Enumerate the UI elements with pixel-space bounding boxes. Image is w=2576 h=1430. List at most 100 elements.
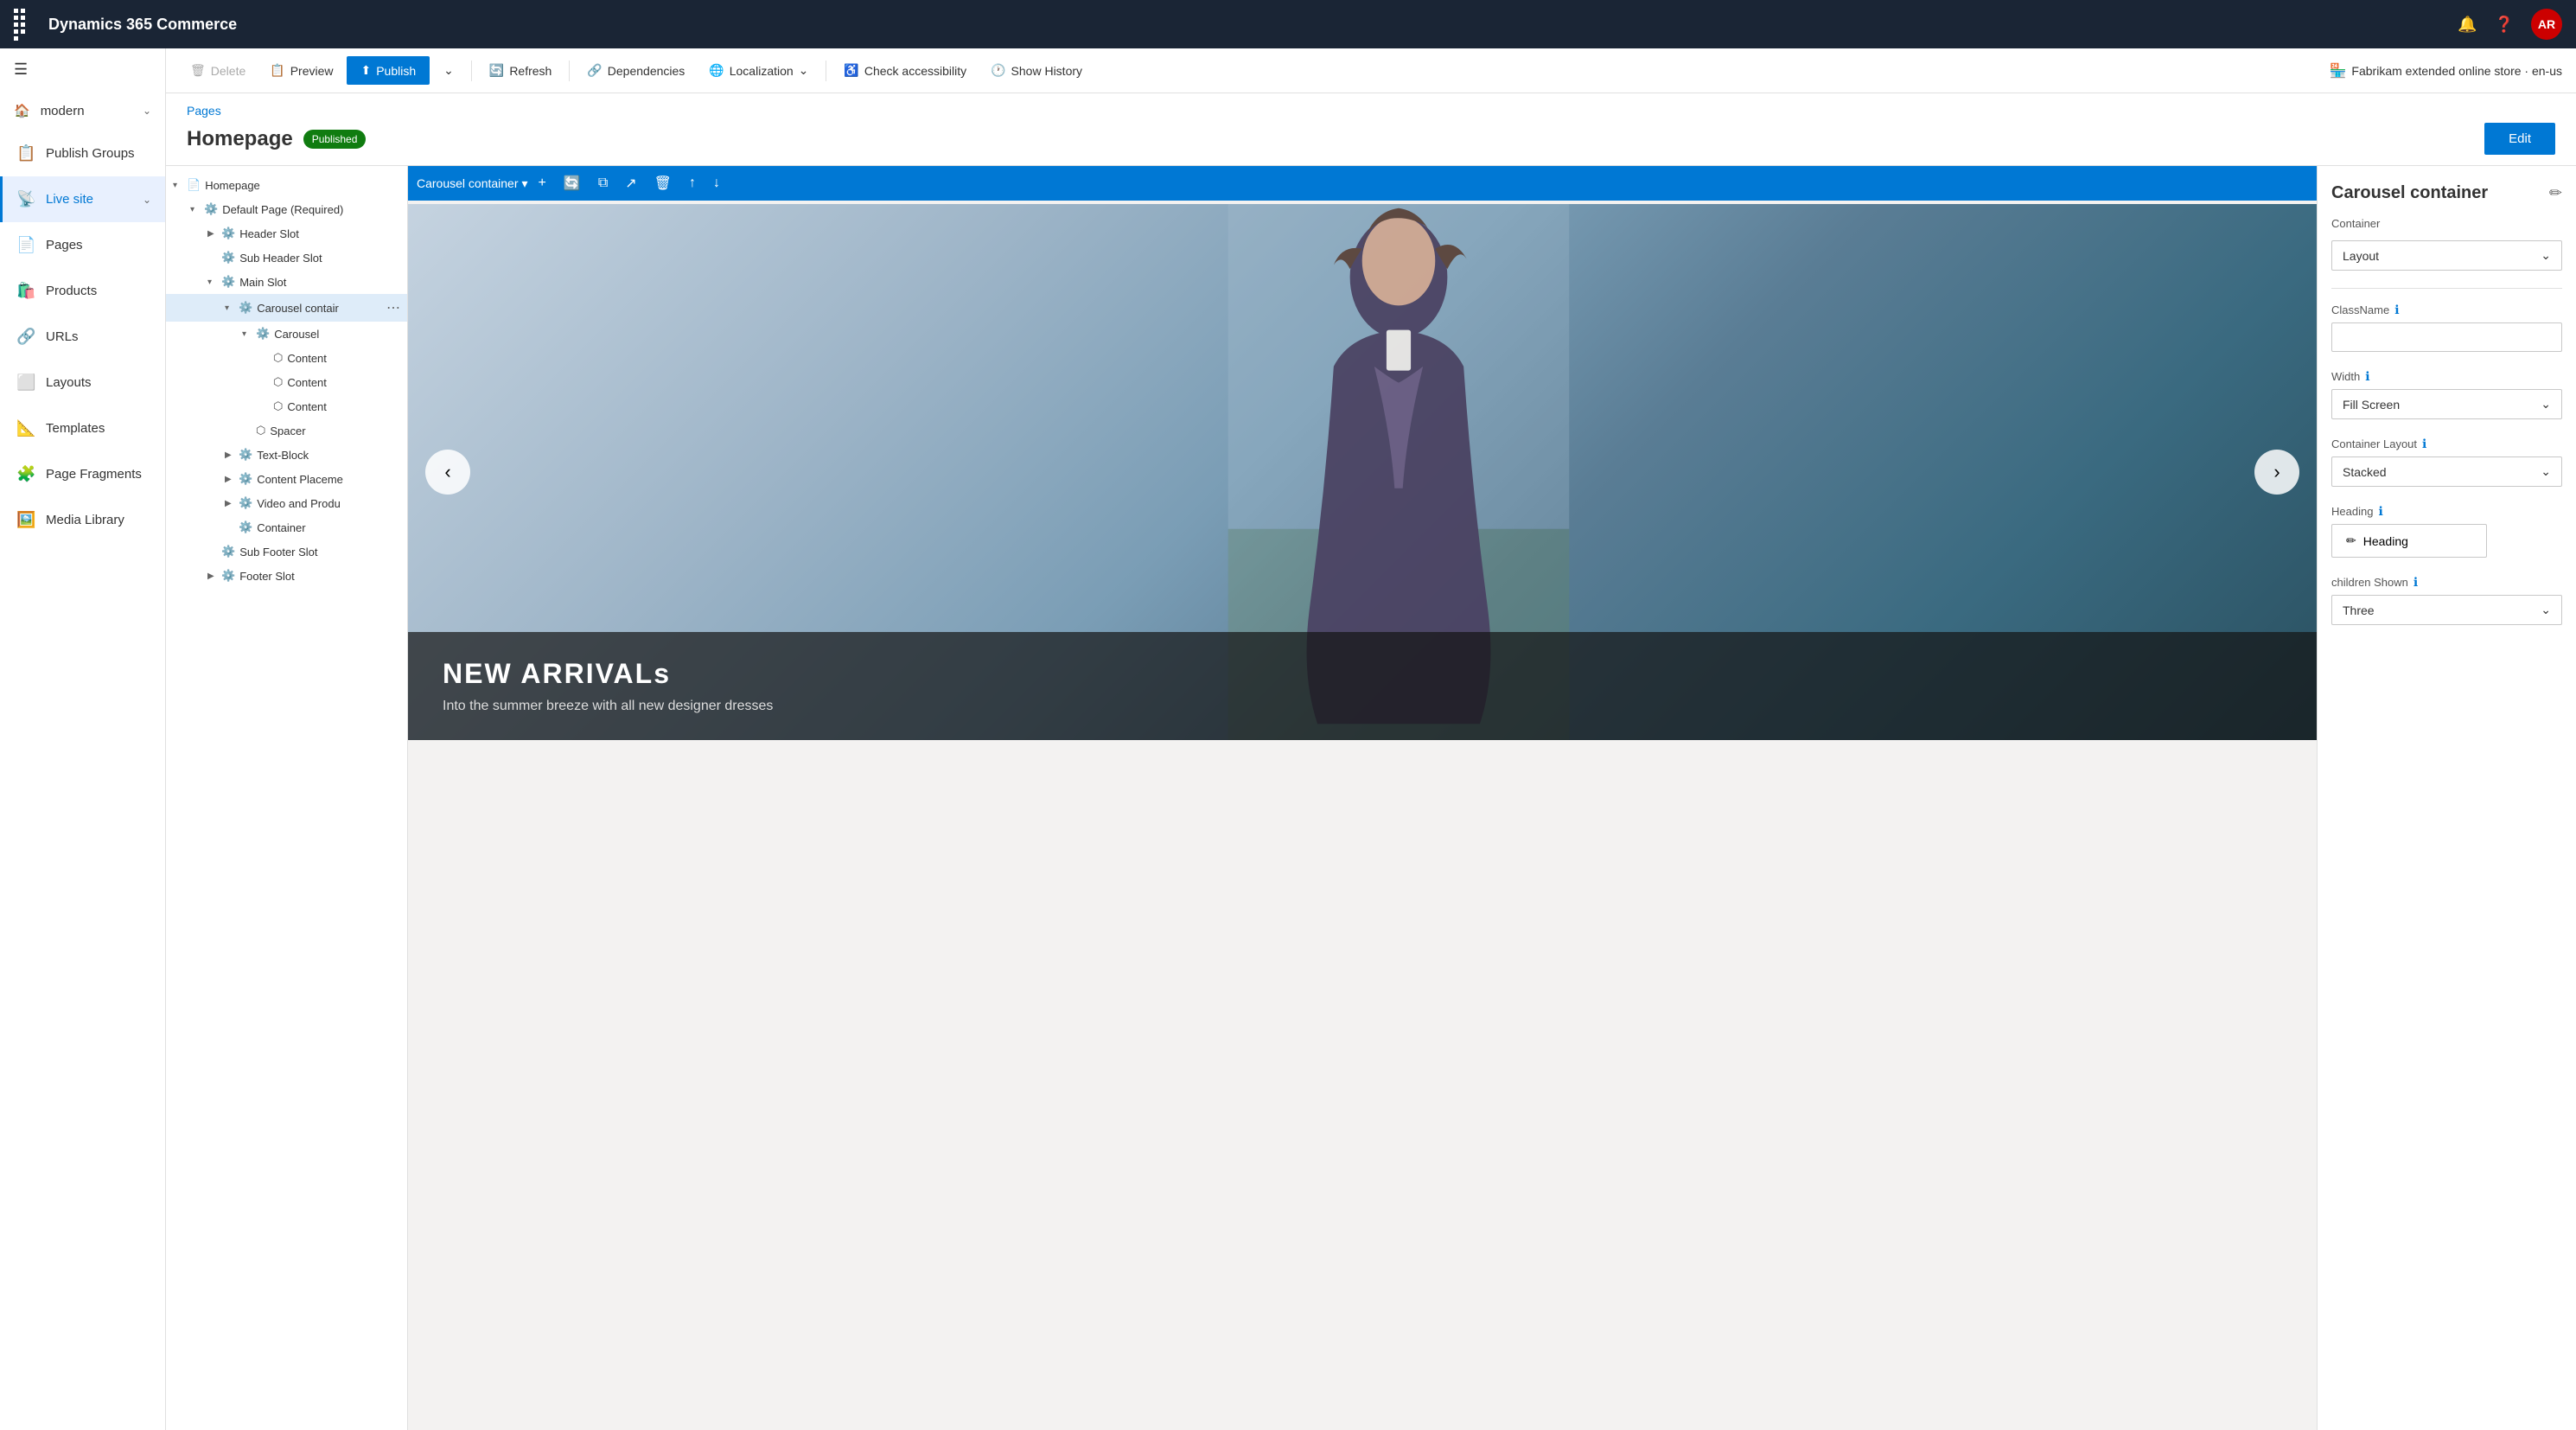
classname-input[interactable] [2331,322,2562,352]
check-accessibility-button[interactable]: ♿ Check accessibility [833,56,977,85]
sidebar-item-pages[interactable]: 📄 Pages [0,222,165,268]
props-edit-icon[interactable]: ✏ [2549,184,2562,202]
sidebar-item-page-fragments[interactable]: 🧩 Page Fragments [0,451,165,497]
store-label: Fabrikam extended online store · en-us [2351,64,2562,78]
tree-item-carousel[interactable]: ▾ ⚙️ Carousel [166,322,407,346]
help-icon[interactable]: ❓ [2495,16,2514,34]
main-layout: ☰ 🏠 modern ⌄ 📋 Publish Groups 📡 Live sit… [0,48,2576,1430]
tree-content-placement-label: Content Placeme [257,473,400,486]
hamburger-icon: ☰ [14,61,28,79]
localization-icon: 🌐 [709,63,724,78]
carousel-subtitle: Into the summer breeze with all new desi… [443,699,2282,714]
delete-icon: 🗑 [190,63,206,78]
delete-button[interactable]: 🗑 Delete [180,56,256,85]
breadcrumb[interactable]: Pages [187,104,2555,118]
sidebar-item-products[interactable]: 🛍️ Products [0,268,165,314]
heading-edit-icon: ✏ [2346,533,2356,548]
topbar: Dynamics 365 Commerce 🔔 ❓ AR [0,0,2576,48]
tree-item-spacer[interactable]: ▶ ⬡ Spacer [166,418,407,443]
children-shown-dropdown[interactable]: Three ⌄ [2331,595,2562,625]
tree-item-sub-footer-slot[interactable]: ▶ ⚙️ Sub Footer Slot [166,539,407,564]
publish-dropdown-button[interactable]: ⌄ [433,56,464,85]
sidebar: ☰ 🏠 modern ⌄ 📋 Publish Groups 📡 Live sit… [0,48,166,1430]
canvas-move-down-button[interactable]: ↓ [706,172,727,195]
carousel-next-button[interactable]: › [2254,450,2299,495]
grid-menu-icon[interactable] [14,9,31,41]
container-layout-label-row: Container Layout ℹ [2331,437,2562,451]
children-shown-info-icon[interactable]: ℹ [2413,575,2418,590]
carousel-prev-button[interactable]: ‹ [425,450,470,495]
tree-item-header-slot[interactable]: ▶ ⚙️ Header Slot [166,221,407,246]
carousel-image: NEW ARRIVALs Into the summer breeze with… [408,204,2317,740]
tree-header-slot-label: Header Slot [239,227,400,240]
width-label: Width [2331,370,2360,383]
tree-item-footer-slot[interactable]: ▶ ⚙️ Footer Slot [166,564,407,588]
publish-groups-icon: 📋 [16,144,35,163]
canvas-delete-button[interactable]: 🗑 [647,171,679,195]
canvas-add-button[interactable]: + [532,172,553,195]
sidebar-item-urls[interactable]: 🔗 URLs [0,314,165,360]
publish-icon: ⬆ [360,63,371,78]
tree-item-sub-header-slot[interactable]: ▶ ⚙️ Sub Header Slot [166,246,407,270]
notification-icon[interactable]: 🔔 [2458,16,2477,34]
page-fragments-icon: 🧩 [16,465,35,483]
edit-button[interactable]: Edit [2484,123,2555,155]
layouts-icon: ⬜ [16,373,35,392]
sidebar-item-layouts[interactable]: ⬜ Layouts [0,360,165,405]
tree-default-page-label: Default Page (Required) [222,203,400,216]
localization-button[interactable]: 🌐 Localization ⌄ [698,56,819,85]
preview-label: Preview [290,64,334,78]
tree-item-container[interactable]: ▶ ⚙️ Container [166,515,407,539]
dependencies-button[interactable]: 🔗 Dependencies [577,56,695,85]
sidebar-item-templates[interactable]: 📐 Templates [0,405,165,451]
refresh-label: Refresh [509,64,552,78]
canvas-copy-button[interactable]: ⧉ [591,172,615,195]
main-slot-chevron: ▾ [207,278,218,287]
heading-button[interactable]: ✏ Heading [2331,524,2487,558]
publish-button[interactable]: ⬆ Publish [347,56,430,85]
layout-dropdown[interactable]: Layout ⌄ [2331,240,2562,271]
footer-slot-icon: ⚙️ [221,569,235,583]
tree-item-default-page[interactable]: ▾ ⚙️ Default Page (Required) [166,197,407,221]
sidebar-item-live-site[interactable]: 📡 Live site ⌄ [0,176,165,222]
sidebar-urls-label: URLs [46,329,151,344]
sidebar-item-publish-groups[interactable]: 📋 Publish Groups [0,131,165,176]
classname-label: ClassName [2331,303,2389,316]
tree-item-content2[interactable]: ▶ ⬡ Content [166,370,407,394]
canvas-component-name[interactable]: Carousel container ▾ [417,176,528,191]
editor-area: ▾ 📄 Homepage ▾ ⚙️ Default Page (Required… [166,166,2576,1430]
content-placement-icon: ⚙️ [239,472,252,486]
width-info-icon[interactable]: ℹ [2365,369,2369,384]
width-dropdown[interactable]: Fill Screen ⌄ [2331,389,2562,419]
heading-info-icon[interactable]: ℹ [2378,504,2382,519]
sidebar-item-media-library[interactable]: 🖼️ Media Library [0,497,165,543]
user-avatar[interactable]: AR [2531,9,2562,40]
pages-icon: 📄 [16,236,35,254]
tree-item-main-slot[interactable]: ▾ ⚙️ Main Slot [166,270,407,294]
tree-item-content1[interactable]: ▶ ⬡ Content [166,346,407,370]
tree-item-content3[interactable]: ▶ ⬡ Content [166,394,407,418]
canvas-refresh-button[interactable]: 🔄 [557,171,588,195]
spacer-icon: ⬡ [256,424,265,437]
main-slot-icon: ⚙️ [221,275,235,289]
sidebar-toggle[interactable]: ☰ [0,48,165,91]
tree-item-carousel-container[interactable]: ▾ ⚙️ Carousel contair ⋯ [166,294,407,322]
container-layout-info-icon[interactable]: ℹ [2422,437,2426,451]
heading-label: Heading [2331,505,2373,518]
tree-item-homepage[interactable]: ▾ 📄 Homepage [166,173,407,197]
canvas-export-button[interactable]: ↗ [618,171,643,195]
classname-info-icon[interactable]: ℹ [2394,303,2399,317]
tree-item-text-block[interactable]: ▶ ⚙️ Text-Block [166,443,407,467]
canvas-move-up-button[interactable]: ↑ [682,172,703,195]
container-layout-field: Container Layout ℹ Stacked ⌄ [2331,437,2562,487]
carousel-container-more[interactable]: ⋯ [386,299,400,316]
tree-item-video-produ[interactable]: ▶ ⚙️ Video and Produ [166,491,407,515]
preview-button[interactable]: 📋 Preview [259,56,343,85]
show-history-button[interactable]: 🕐 Show History [980,56,1093,85]
toolbar-sep-1 [471,61,472,81]
sidebar-item-modern[interactable]: 🏠 modern ⌄ [0,91,165,131]
refresh-button[interactable]: 🔄 Refresh [479,56,562,85]
tree-item-content-placement[interactable]: ▶ ⚙️ Content Placeme [166,467,407,491]
container-layout-dropdown[interactable]: Stacked ⌄ [2331,456,2562,487]
heading-field: Heading ℹ ✏ Heading [2331,504,2562,558]
